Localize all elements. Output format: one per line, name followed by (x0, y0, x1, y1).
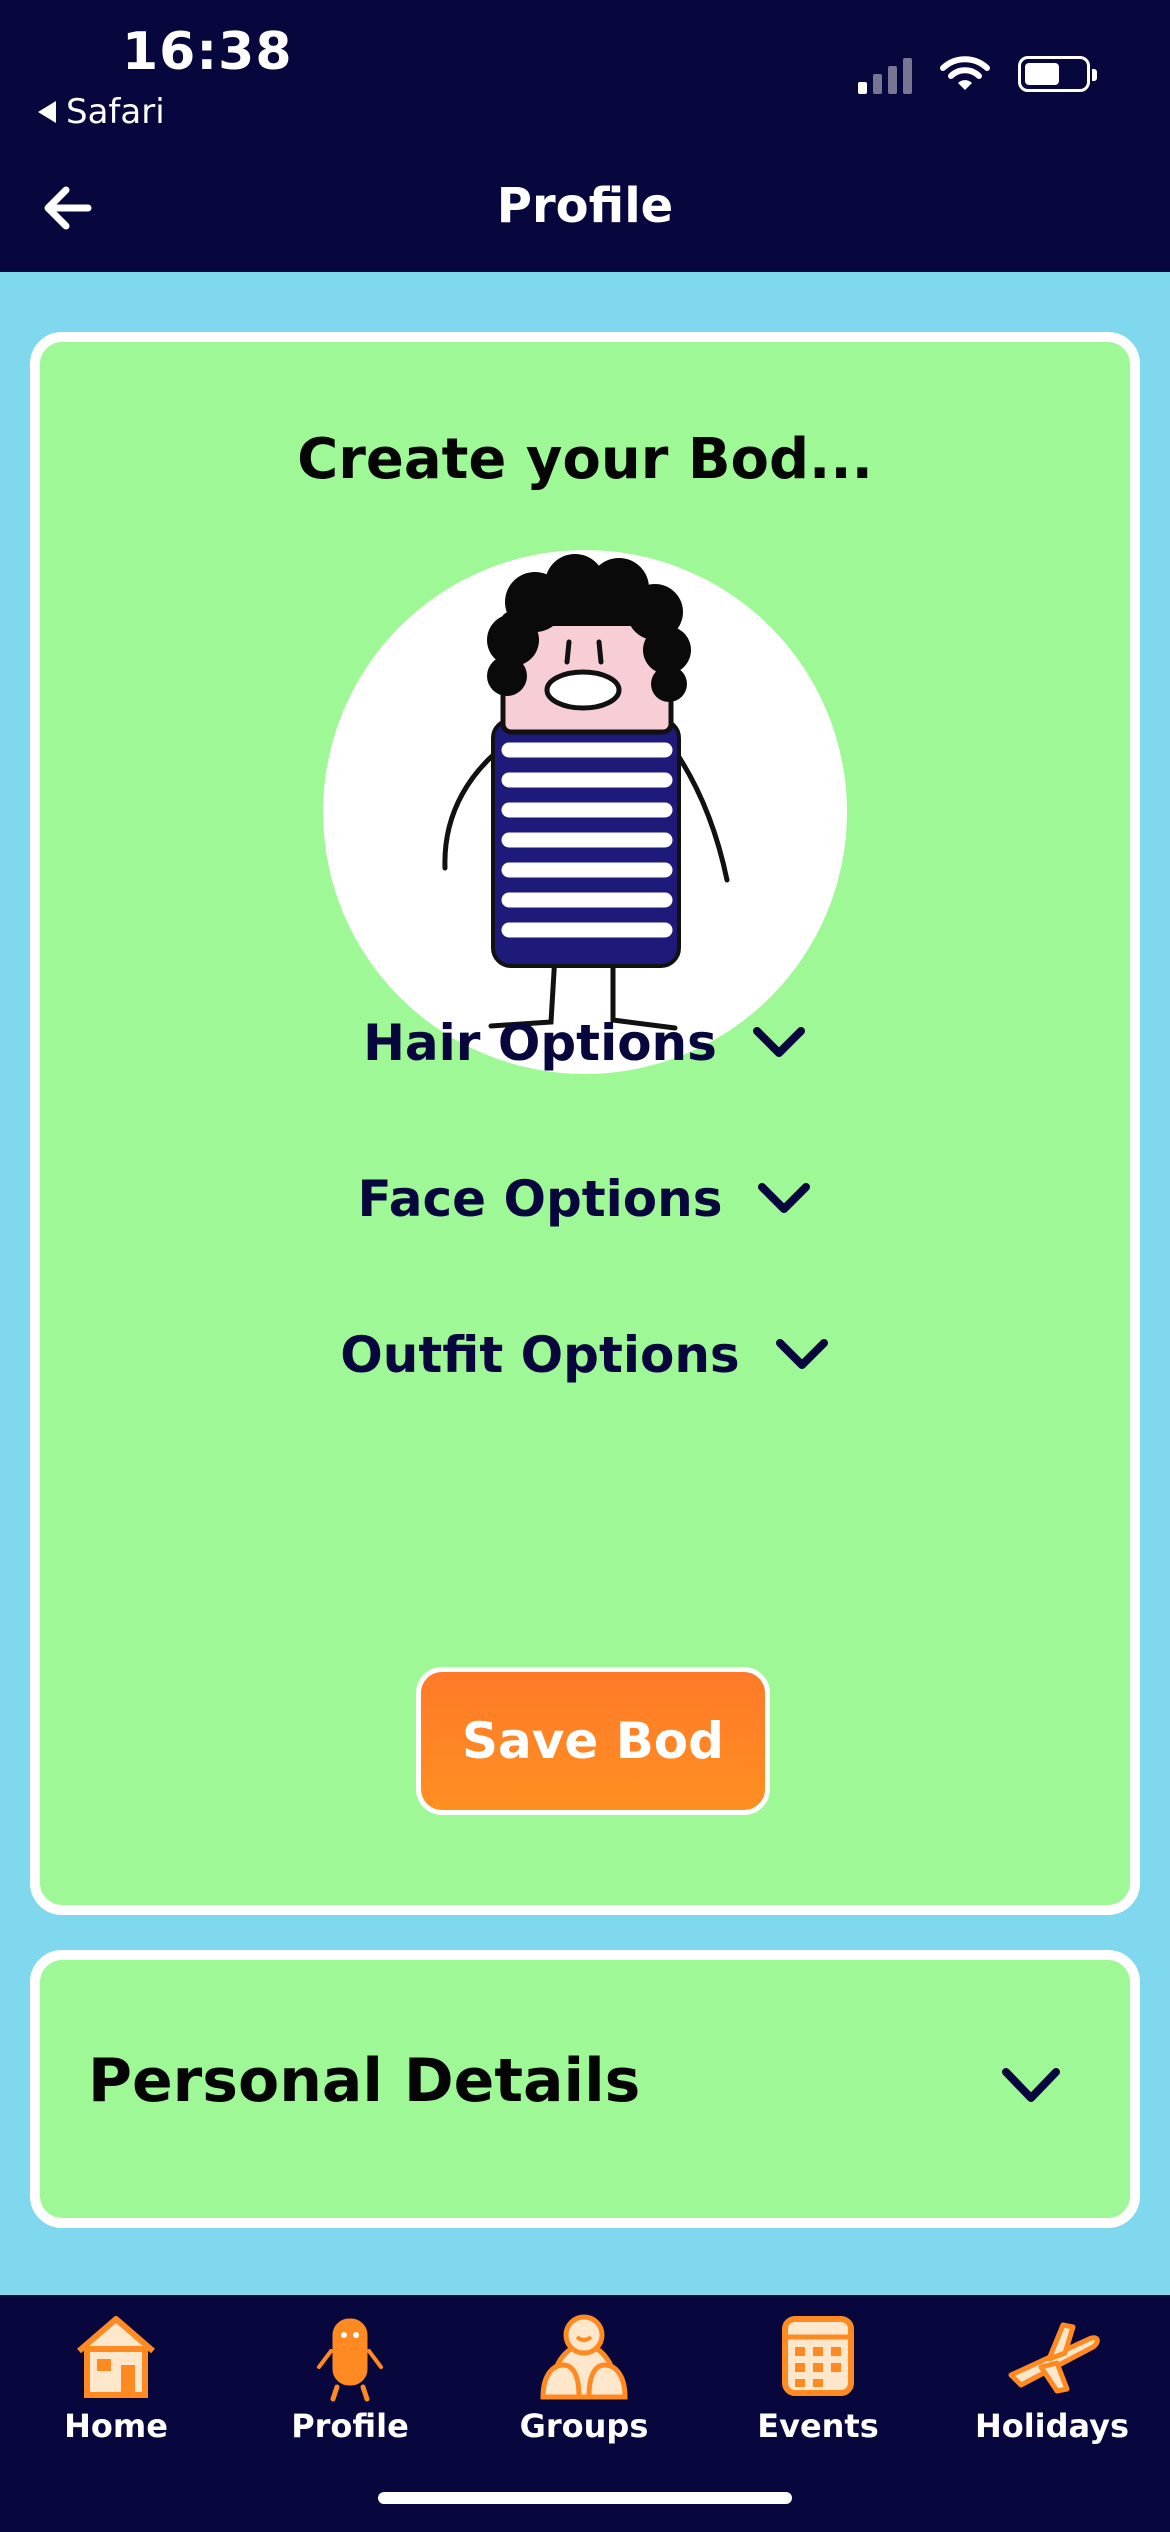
tab-groups[interactable]: Groups (484, 2295, 684, 2485)
plane-icon (1008, 2322, 1100, 2394)
signal-icon (858, 54, 912, 94)
outfit-options-label: Outfit Options (340, 1326, 740, 1384)
hair-options-toggle[interactable]: Hair Options (40, 1014, 1130, 1072)
save-bod-button[interactable]: Save Bod (416, 1667, 770, 1815)
bod-avatar (323, 550, 847, 1074)
tab-home[interactable]: Home (16, 2295, 216, 2485)
status-time: 16:38 (122, 22, 293, 82)
top-bar: 16:38 Safari Profile (0, 0, 1170, 272)
status-icons (858, 54, 1097, 94)
back-app-label: Safari (66, 92, 165, 132)
tab-holidays-label: Holidays (974, 2407, 1130, 2445)
tab-home-label: Home (64, 2407, 168, 2445)
chevron-down-icon[interactable] (1000, 2064, 1062, 2108)
home-indicator[interactable] (378, 2492, 792, 2504)
wifi-icon (940, 56, 990, 90)
tab-profile-label: Profile (291, 2407, 409, 2445)
face-options-label: Face Options (357, 1170, 723, 1228)
tab-events[interactable]: Events (718, 2295, 918, 2485)
tab-events-label: Events (757, 2407, 879, 2445)
bod-figure-icon (442, 554, 730, 1031)
back-triangle-icon (38, 101, 56, 123)
personal-details-card[interactable]: Personal Details (30, 1950, 1140, 2228)
tab-holidays[interactable]: Holidays (952, 2295, 1152, 2485)
calendar-icon (782, 2316, 854, 2396)
tab-profile[interactable]: Profile (250, 2295, 450, 2485)
house-icon (77, 2316, 155, 2398)
chevron-down-icon (758, 1183, 811, 1213)
group-icon (540, 2314, 628, 2400)
personal-details-title: Personal Details (88, 2046, 641, 2116)
hair-options-label: Hair Options (363, 1014, 717, 1072)
face-options-toggle[interactable]: Face Options (40, 1170, 1130, 1228)
tab-groups-label: Groups (519, 2407, 649, 2445)
battery-icon (1018, 56, 1097, 92)
page-title: Profile (496, 178, 674, 234)
chevron-down-icon (775, 1339, 828, 1369)
create-bod-card: Create your Bod... Hair Options Face Opt… (30, 332, 1140, 1915)
chevron-down-icon (752, 1027, 805, 1057)
bod-icon (317, 2315, 383, 2402)
create-bod-title: Create your Bod... (297, 427, 873, 492)
back-to-safari[interactable]: Safari (38, 92, 165, 132)
outfit-options-toggle[interactable]: Outfit Options (40, 1326, 1130, 1384)
